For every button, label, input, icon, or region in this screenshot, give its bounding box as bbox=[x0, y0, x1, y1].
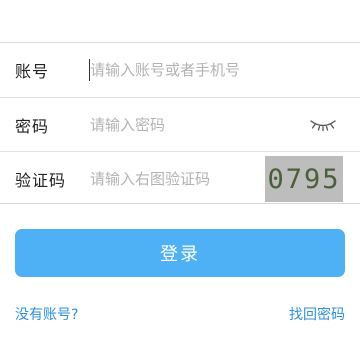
captcha-code: 0795 bbox=[267, 163, 341, 195]
login-form: 账号 密码 验证码 0795 bbox=[0, 42, 360, 204]
password-input[interactable] bbox=[90, 109, 290, 141]
password-row: 密码 bbox=[0, 97, 360, 151]
account-label: 账号 bbox=[15, 62, 50, 81]
account-row: 账号 bbox=[0, 43, 360, 97]
captcha-label: 验证码 bbox=[15, 170, 67, 190]
text-cursor bbox=[89, 59, 90, 81]
captcha-row: 验证码 0795 bbox=[0, 151, 360, 205]
register-link[interactable]: 没有账号? bbox=[15, 304, 78, 324]
captcha-image[interactable]: 0795 bbox=[265, 156, 343, 202]
login-button[interactable]: 登录 bbox=[15, 229, 345, 277]
eye-closed-icon[interactable] bbox=[306, 114, 340, 136]
password-label: 密码 bbox=[15, 116, 50, 136]
captcha-input[interactable] bbox=[90, 163, 255, 195]
login-page: 账号 密码 验证码 0795 bbox=[0, 0, 360, 360]
forgot-password-link[interactable]: 找回密码 bbox=[289, 304, 345, 324]
account-input[interactable] bbox=[90, 54, 340, 86]
